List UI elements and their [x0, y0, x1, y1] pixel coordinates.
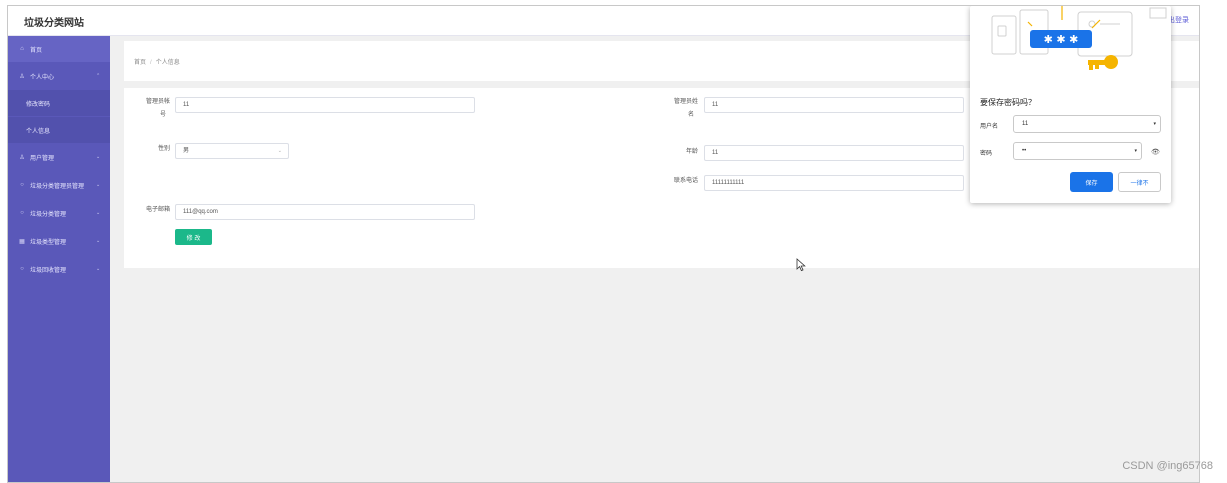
sidebar-item-label: 修改密码	[26, 101, 51, 108]
account-field[interactable]: 11	[175, 97, 475, 113]
age-label: 年龄	[685, 149, 698, 155]
sidebar-item-label: 个人中心	[30, 74, 55, 81]
sidebar-item-home[interactable]: ⌂ 首页	[8, 36, 110, 62]
password-field[interactable]: •• ▾	[1013, 142, 1142, 160]
sidebar-item-admin-management[interactable]: ○ 垃圾分类管理员管理 ⌄	[8, 172, 110, 198]
dropdown-arrow-icon: ▾	[1134, 148, 1137, 154]
sidebar-item-classification-management[interactable]: ○ 垃圾分类管理 ⌄	[8, 200, 110, 226]
chevron-down-icon: ⌄	[96, 182, 101, 188]
circle-icon: ○	[20, 210, 24, 216]
gender-label: 性别	[157, 146, 170, 152]
username-field[interactable]: 11 ▾	[1013, 115, 1161, 133]
name-field[interactable]: 11	[704, 97, 964, 113]
age-field[interactable]: 11	[704, 145, 964, 161]
password-illustration-graphic: ✱ ✱ ✱	[991, 6, 1167, 70]
username-label: 用户名	[980, 124, 999, 130]
browser-viewport: 垃圾分类网站 出登录 ⌂ 首页 ♙ 个人中心 ⌃ 修改密码 个人信息 ♙ 用户管…	[7, 5, 1200, 483]
sidebar-item-label: 首页	[30, 47, 43, 54]
sidebar-item-recycling-management[interactable]: ○ 垃圾回收管理 ⌄	[8, 256, 110, 282]
gender-select[interactable]: 男 ⌄	[175, 143, 289, 159]
account-label: 管理员帐 号	[132, 96, 170, 122]
password-label: 密码	[980, 151, 993, 157]
submit-button[interactable]: 修 改	[175, 229, 212, 245]
sidebar-item-label: 垃圾分类管理员管理	[30, 183, 85, 190]
sidebar-item-label: 垃圾分类管理	[30, 211, 67, 218]
breadcrumb-separator: /	[150, 60, 152, 66]
watermark: CSDN @ing65768	[1122, 460, 1213, 472]
home-icon: ⌂	[20, 46, 24, 52]
user-icon: ♙	[19, 154, 25, 161]
sidebar-item-user-management[interactable]: ♙ 用户管理 ⌄	[8, 144, 110, 170]
breadcrumb: 首页 / 个人信息	[134, 57, 180, 66]
gender-select-value: 男	[183, 148, 190, 154]
phone-label: 联系电话	[673, 178, 698, 184]
name-label: 管理员姓 名	[660, 96, 698, 122]
breadcrumb-current: 个人信息	[155, 60, 180, 66]
sidebar-item-type-management[interactable]: ▦ 垃圾类型管理 ⌄	[8, 228, 110, 254]
mouse-cursor-icon	[796, 258, 806, 272]
eye-icon[interactable]: 👁	[1151, 148, 1160, 156]
chevron-down-icon: ⌄	[96, 154, 101, 160]
circle-icon: ○	[20, 266, 24, 272]
email-field[interactable]: 111@qq.com	[175, 204, 475, 220]
sidebar-item-label: 用户管理	[30, 155, 55, 162]
sidebar-item-label: 垃圾类型管理	[30, 239, 67, 246]
email-label: 电子邮箱	[145, 207, 170, 213]
password-illustration: ✱ ✱ ✱	[970, 6, 1171, 88]
chevron-down-icon: ⌄	[277, 148, 282, 154]
dropdown-arrow-icon: ▾	[1153, 121, 1156, 127]
sidebar: ⌂ 首页 ♙ 个人中心 ⌃ 修改密码 个人信息 ♙ 用户管理 ⌄ ○ 垃圾分类管…	[8, 36, 110, 482]
chevron-down-icon: ⌄	[96, 266, 101, 272]
site-title: 垃圾分类网站	[24, 18, 84, 29]
logout-link[interactable]: 出登录	[1168, 15, 1189, 25]
chevron-up-icon: ⌃	[96, 73, 101, 79]
sidebar-item-label: 垃圾回收管理	[30, 267, 67, 274]
name-label-line1: 管理员姓	[673, 99, 698, 105]
password-value: ••	[1022, 148, 1027, 154]
sidebar-item-personal-center[interactable]: ♙ 个人中心 ⌃	[8, 63, 110, 89]
breadcrumb-home[interactable]: 首页	[134, 60, 146, 66]
account-label-line2: 号	[159, 112, 166, 118]
never-save-button[interactable]: 一律不	[1118, 172, 1161, 192]
phone-field[interactable]: 11111111111	[704, 175, 964, 191]
user-icon: ♙	[19, 73, 25, 80]
grid-icon: ▦	[19, 238, 25, 245]
chevron-down-icon: ⌄	[96, 210, 101, 216]
password-illustration-stars: ✱ ✱ ✱	[1044, 33, 1079, 46]
chevron-down-icon: ⌄	[96, 238, 101, 244]
sidebar-item-label: 个人信息	[26, 128, 51, 135]
sidebar-item-personal-info[interactable]: 个人信息	[8, 117, 110, 143]
name-label-line2: 名	[687, 112, 694, 118]
circle-icon: ○	[20, 182, 24, 188]
username-value: 11	[1022, 121, 1029, 127]
save-password-popup: ✱ ✱ ✱ 要保存密码吗？ 用户名 11 ▾ 密码 •• ▾ 👁 保存 一律不	[970, 6, 1171, 203]
sidebar-item-change-password[interactable]: 修改密码	[8, 90, 110, 116]
popup-title: 要保存密码吗？	[980, 98, 1036, 107]
account-label-line1: 管理员帐	[145, 99, 170, 105]
save-password-button[interactable]: 保存	[1070, 172, 1113, 192]
